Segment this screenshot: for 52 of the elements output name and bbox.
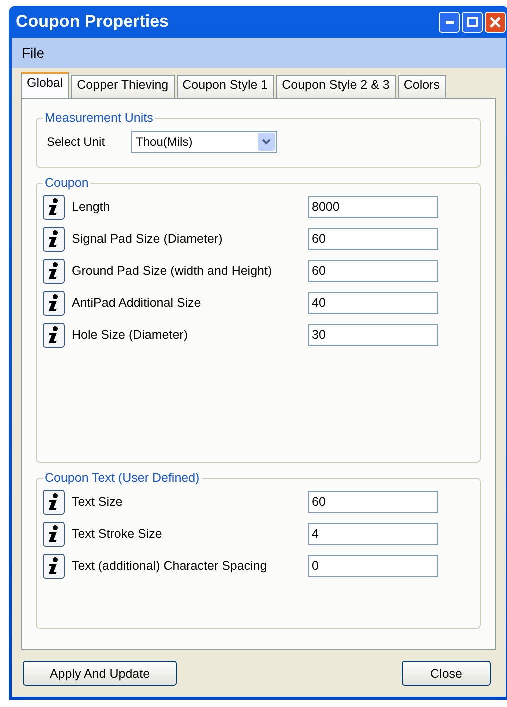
field-label: Signal Pad Size (Diameter): [72, 232, 224, 246]
tab[interactable]: Coupon Style 1: [176, 75, 274, 98]
minimize-icon: [446, 20, 454, 24]
field-label: Text (additional) Character Spacing: [72, 559, 268, 573]
unit-dropdown[interactable]: Thou(Mils): [131, 131, 278, 153]
tab[interactable]: Global: [21, 72, 70, 98]
tab[interactable]: Coupon Style 2 & 3: [276, 75, 396, 98]
info-button[interactable]: [43, 322, 65, 348]
info-button[interactable]: [43, 290, 65, 316]
input-field[interactable]: 4: [308, 523, 438, 545]
input-field[interactable]: 0: [308, 555, 438, 577]
field-label: Length: [72, 200, 112, 214]
input-field[interactable]: 60: [308, 260, 438, 282]
info-icon: [47, 294, 61, 312]
info-button[interactable]: [43, 554, 65, 578]
apply-button[interactable]: Apply And Update: [23, 661, 177, 686]
field-label: AntiPad Additional Size: [72, 296, 202, 310]
info-icon: [47, 525, 61, 543]
info-icon: [47, 326, 61, 344]
tab[interactable]: Copper Thieving: [71, 75, 175, 98]
input-field[interactable]: 60: [308, 228, 438, 250]
info-icon: [47, 230, 61, 248]
maximize-button[interactable]: [462, 12, 483, 32]
info-button[interactable]: [43, 258, 65, 284]
menu-item[interactable]: File: [22, 45, 45, 61]
tab[interactable]: Colors: [398, 75, 446, 98]
input-field[interactable]: 30: [308, 324, 438, 346]
info-button[interactable]: [43, 490, 65, 514]
close-dialog-button[interactable]: Close: [402, 661, 491, 686]
field-label: Ground Pad Size (width and Height): [72, 264, 274, 278]
info-button[interactable]: [43, 194, 65, 220]
info-button[interactable]: [43, 226, 65, 252]
group-title: Measurement Units: [44, 111, 154, 125]
field-label: Hole Size (Diameter): [72, 328, 190, 342]
maximize-icon: [467, 17, 478, 27]
group-title: Coupon Text (User Defined): [44, 471, 201, 485]
field-label: Select Unit: [47, 135, 106, 149]
input-field[interactable]: 40: [308, 292, 438, 314]
info-icon: [47, 198, 61, 216]
minimize-button[interactable]: [439, 12, 460, 32]
info-icon: [47, 493, 61, 511]
close-icon: [490, 16, 501, 28]
window-title: Coupon Properties: [16, 12, 170, 32]
info-icon: [47, 262, 61, 280]
info-icon: [47, 557, 61, 575]
field-label: Text Size: [72, 495, 124, 509]
close-button[interactable]: [485, 12, 506, 32]
input-field[interactable]: 60: [308, 491, 438, 513]
info-button[interactable]: [43, 522, 65, 546]
input-field[interactable]: 8000: [308, 196, 438, 218]
group-title: Coupon: [44, 176, 90, 190]
field-label: Text Stroke Size: [72, 527, 164, 541]
